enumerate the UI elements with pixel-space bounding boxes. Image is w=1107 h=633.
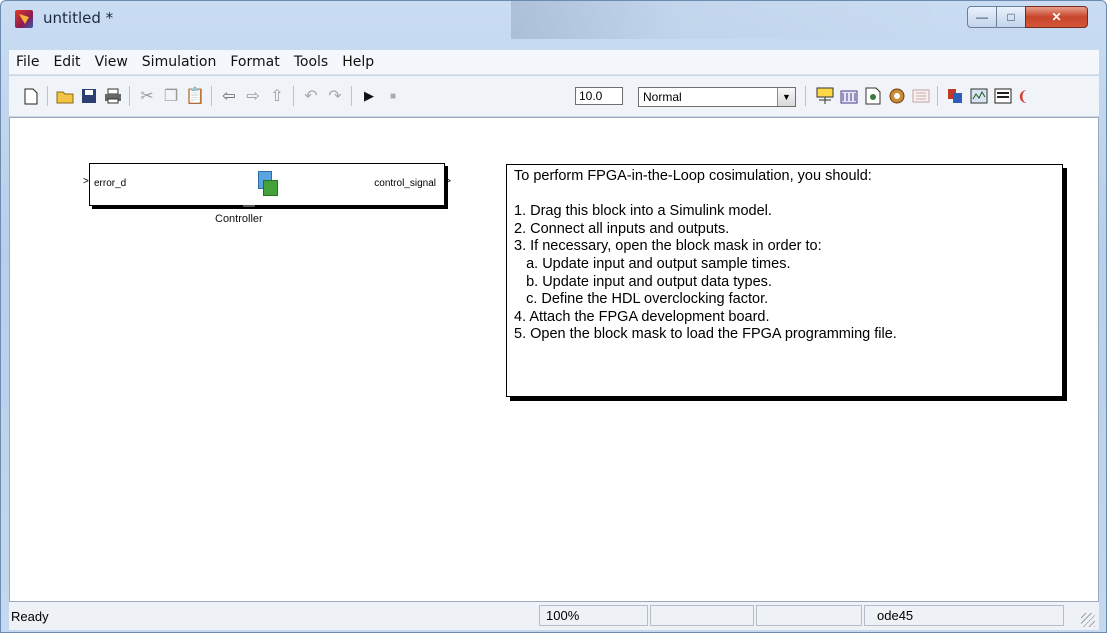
note-line: 3. If necessary, open the block mask in … xyxy=(514,238,822,255)
toolbar-separator xyxy=(129,86,130,106)
input-port-label: error_d xyxy=(94,178,127,189)
toolbar-separator xyxy=(47,86,48,106)
note-line: 4. Attach the FPGA development board. xyxy=(514,308,770,325)
fil-controller-block[interactable]: > error_d control_signal > xyxy=(83,163,451,206)
stop-time-input[interactable]: 10.0 xyxy=(575,87,623,105)
model-explorer-icon[interactable] xyxy=(863,86,883,106)
configuration-icon[interactable] xyxy=(993,86,1013,106)
simulink-app-icon[interactable] xyxy=(15,10,33,28)
status-bar: Ready 100% ode45 xyxy=(9,602,1099,630)
menu-bar: File Edit View Simulation Format Tools H… xyxy=(9,50,1099,75)
maximize-button[interactable]: □ xyxy=(996,6,1026,28)
toolbar-separator xyxy=(805,86,806,106)
note-line: 5. Open the block mask to load the FPGA … xyxy=(514,326,897,343)
menu-file[interactable]: File xyxy=(9,54,46,70)
menu-simulation[interactable]: Simulation xyxy=(135,54,224,70)
start-simulation-icon[interactable]: ▶ xyxy=(359,86,379,106)
simulation-mode-select[interactable]: Normal ▼ xyxy=(638,87,796,107)
paste-icon[interactable]: 📋 xyxy=(185,86,205,106)
forward-arrow-icon[interactable]: ⇨ xyxy=(243,86,263,106)
status-cell-blank xyxy=(756,605,862,626)
minimize-button[interactable]: — xyxy=(967,6,997,28)
status-text: Ready xyxy=(11,609,49,624)
library-browser-icon[interactable] xyxy=(839,86,859,106)
chevron-down-icon[interactable]: ▼ xyxy=(777,88,795,106)
zoom-level: 100% xyxy=(539,605,648,626)
build-icon[interactable] xyxy=(815,86,835,106)
note-line: b. Update input and output data types. xyxy=(514,273,772,290)
toolbar-separator xyxy=(293,86,294,106)
toolbar-separator xyxy=(351,86,352,106)
back-arrow-icon[interactable]: ⇦ xyxy=(219,86,239,106)
copy-icon[interactable]: ❐ xyxy=(161,86,181,106)
resize-grip-icon[interactable] xyxy=(1081,613,1095,627)
undo-icon[interactable]: ↶ xyxy=(301,86,321,106)
note-line xyxy=(514,186,1055,204)
close-button[interactable]: ✕ xyxy=(1025,6,1088,28)
simulation-mode-value: Normal xyxy=(643,90,682,104)
fil-block-icon xyxy=(258,171,278,196)
fpga-block-icon[interactable] xyxy=(945,86,965,106)
redo-icon[interactable]: ↷ xyxy=(325,86,345,106)
model-canvas[interactable]: > error_d control_signal > Controller To… xyxy=(9,117,1099,602)
note-line: c. Define the HDL overclocking factor. xyxy=(514,291,769,308)
simulink-window: untitled * — □ ✕ File Edit View Simulati… xyxy=(0,0,1107,633)
note-line: a. Update input and output sample times. xyxy=(514,255,791,272)
open-folder-icon[interactable] xyxy=(55,86,75,106)
toolbar-separator xyxy=(211,86,212,106)
block-name-label[interactable]: Controller xyxy=(215,205,263,225)
stop-simulation-icon[interactable]: ■ xyxy=(383,86,403,106)
solver-name: ode45 xyxy=(864,605,1064,626)
menu-help[interactable]: Help xyxy=(335,54,381,70)
instructions-annotation[interactable]: To perform FPGA-in-the-Loop cosimulation… xyxy=(506,164,1063,397)
print-icon[interactable] xyxy=(103,86,123,106)
more-tools-icon[interactable]: ❨ xyxy=(1013,86,1033,106)
output-port-label: control_signal xyxy=(374,178,436,189)
output-port-arrow-icon: > xyxy=(445,176,451,187)
note-line: 2. Connect all inputs and outputs. xyxy=(514,220,730,237)
new-model-icon[interactable] xyxy=(21,86,41,106)
title-bar[interactable]: untitled * — □ ✕ xyxy=(1,1,1106,45)
cut-icon[interactable]: ✂ xyxy=(137,86,157,106)
menu-format[interactable]: Format xyxy=(223,54,286,70)
up-arrow-icon[interactable]: ⇧ xyxy=(267,86,287,106)
input-port-arrow-icon: > xyxy=(83,176,89,187)
menu-edit[interactable]: Edit xyxy=(46,54,87,70)
save-icon[interactable] xyxy=(79,86,99,106)
title-background-blur xyxy=(511,1,931,39)
note-line: To perform FPGA-in-the-Loop cosimulation… xyxy=(514,168,872,184)
diagnostics-icon[interactable] xyxy=(911,86,931,106)
scope-icon[interactable] xyxy=(969,86,989,106)
status-cell-blank xyxy=(650,605,754,626)
debugger-icon[interactable] xyxy=(887,86,907,106)
menu-tools[interactable]: Tools xyxy=(287,54,336,70)
toolbar-separator xyxy=(937,86,938,106)
window-title: untitled * xyxy=(43,9,114,27)
menu-view[interactable]: View xyxy=(88,54,135,70)
note-line: 1. Drag this block into a Simulink model… xyxy=(514,203,772,220)
toolbar: ✂ ❐ 📋 ⇦ ⇨ ⇧ ↶ ↷ ▶ ■ 10.0 Normal ▼ ❨ xyxy=(9,76,1099,117)
